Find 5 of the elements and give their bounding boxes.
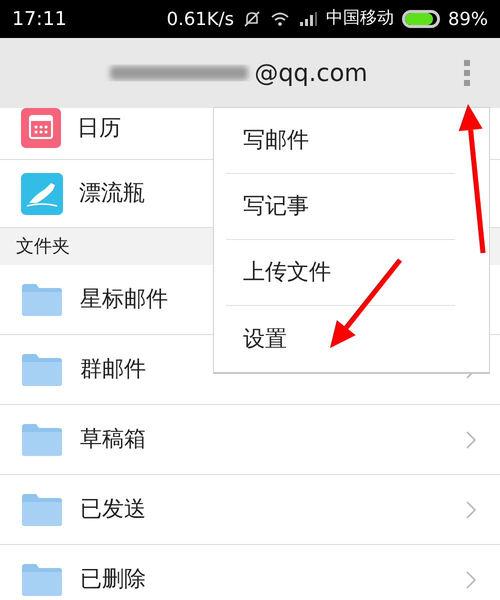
status-time: 17:11	[12, 6, 67, 32]
account-email: @qq.com	[254, 58, 368, 89]
battery-percent: 89%	[448, 8, 488, 32]
carrier-name: 中国移动	[326, 7, 394, 30]
network-speed: 0.61K/s	[166, 8, 234, 32]
